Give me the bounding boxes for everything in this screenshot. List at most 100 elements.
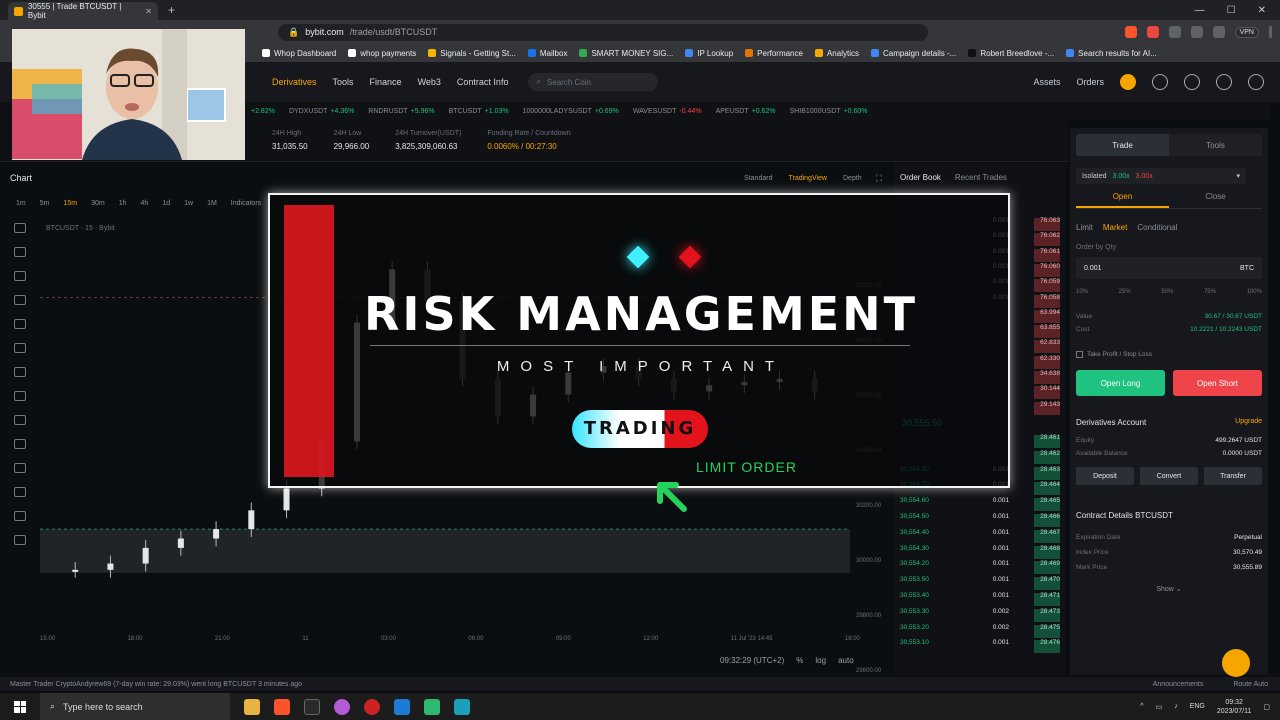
ticker-item[interactable]: DYDXUSDT +4.36%	[289, 108, 354, 115]
qty-input[interactable]: 0.001 BTC	[1076, 257, 1262, 279]
pct-mark[interactable]: 50%	[1161, 289, 1173, 295]
bookmark-item[interactable]: whop payments	[348, 49, 416, 58]
volume-icon[interactable]: ♪	[1174, 703, 1178, 710]
app-icon-purple[interactable]	[334, 698, 350, 715]
order-type-limit[interactable]: Limit	[1076, 223, 1093, 232]
trendline-icon[interactable]	[14, 247, 26, 257]
language-indicator[interactable]: ENG	[1190, 703, 1205, 710]
margin-mode-select[interactable]: Isolated 3.00x 3.00x ▾	[1076, 168, 1246, 184]
ticker-item[interactable]: SHIB1000USDT +0.60%	[790, 108, 868, 115]
orders-menu[interactable]: Orders	[1076, 77, 1104, 87]
log-toggle[interactable]: log	[815, 656, 826, 665]
extensions-icon[interactable]	[1168, 26, 1181, 38]
pct-mark[interactable]: 25%	[1119, 289, 1131, 295]
order-type-conditional[interactable]: Conditional	[1137, 223, 1177, 232]
bid-row[interactable]: 30,554.50 0.001 28.466	[900, 513, 1060, 528]
transfer-button[interactable]: Transfer	[1204, 467, 1262, 485]
text-icon[interactable]	[14, 319, 26, 329]
maximize-icon[interactable]: ☐	[1227, 5, 1236, 16]
theme-moon-icon[interactable]	[1248, 74, 1264, 90]
bookmark-item[interactable]: Search results for AI...	[1066, 49, 1157, 58]
bookmark-item[interactable]: Campaign details -...	[870, 49, 956, 58]
close-tab-icon[interactable]: ✕	[145, 7, 152, 16]
tab-tools[interactable]: Tools	[1169, 134, 1262, 156]
zoom-icon[interactable]	[14, 439, 26, 449]
pct-mark[interactable]: 100%	[1247, 289, 1262, 295]
tab-recent-trades[interactable]: Recent Trades	[955, 173, 1007, 182]
tab-open[interactable]: Open	[1076, 192, 1169, 208]
browser-tab[interactable]: 30555 | Trade BTCUSDT | Bybit ✕	[8, 2, 158, 20]
nav-item[interactable]: Tools	[333, 77, 354, 87]
new-tab-icon[interactable]: +	[168, 3, 175, 17]
deposit-button[interactable]: Deposit	[1076, 467, 1134, 485]
bookmark-item[interactable]: Mailbox	[527, 49, 567, 58]
tab-close[interactable]: Close	[1169, 192, 1262, 208]
open-short-button[interactable]: Open Short	[1173, 370, 1262, 396]
timeframe-button[interactable]: 1m	[16, 200, 26, 207]
network-icon[interactable]: ▭	[1156, 703, 1163, 711]
tab-order-book[interactable]: Order Book	[900, 173, 941, 182]
ticker-item[interactable]: APEUSDT +0.62%	[716, 108, 776, 115]
nav-item[interactable]: Derivatives	[272, 77, 317, 87]
chart-view-tab[interactable]: TradingView	[788, 175, 827, 182]
bid-row[interactable]: 30,553.50 0.001 28.470	[900, 576, 1060, 591]
app-icon-red[interactable]	[364, 698, 380, 715]
app-icon-teal[interactable]	[454, 698, 470, 715]
ruler-icon[interactable]	[14, 415, 26, 425]
auto-toggle[interactable]: auto	[838, 656, 854, 665]
notifications-icon[interactable]: ▢	[1263, 703, 1270, 711]
minimize-icon[interactable]: —	[1195, 5, 1205, 16]
upgrade-link[interactable]: Upgrade	[1235, 418, 1262, 427]
nav-item[interactable]: Finance	[370, 77, 402, 87]
brave-rewards-icon[interactable]	[1146, 26, 1159, 38]
bid-row[interactable]: 30,553.30 0.002 28.473	[900, 608, 1060, 623]
bookmark-item[interactable]: Performance	[745, 49, 803, 58]
bid-row[interactable]: 30,554.40 0.001 28.467	[900, 529, 1060, 544]
brave-shield-icon[interactable]	[1124, 26, 1137, 38]
sidebar-icon[interactable]	[1190, 26, 1203, 38]
tray-chevron-icon[interactable]: ^	[1140, 703, 1143, 710]
bookmark-item[interactable]: Whop Dashboard	[262, 49, 336, 58]
ticker-item[interactable]: RNDRUSDT +5.96%	[368, 108, 434, 115]
bookmark-item[interactable]: Analytics	[814, 49, 859, 58]
ticker-item[interactable]: WAVESUSDT -0.44%	[633, 108, 702, 115]
bid-row[interactable]: 30,553.40 0.001 28.471	[900, 592, 1060, 607]
open-long-button[interactable]: Open Long	[1076, 370, 1165, 396]
tradingview-icon[interactable]	[304, 698, 320, 715]
bid-row[interactable]: 30,554.30 0.001 28.468	[900, 545, 1060, 560]
url-field[interactable]: 🔒 bybit.com/trade/usdt/BTCUSDT	[278, 23, 928, 41]
heart-icon[interactable]	[14, 391, 26, 401]
bid-row[interactable]: 30,553.10 0.001 28.476	[900, 639, 1060, 654]
show-more-link[interactable]: Show ⌄	[1070, 585, 1268, 593]
magnet-icon[interactable]	[14, 463, 26, 473]
brave-browser-icon[interactable]	[274, 698, 290, 715]
support-chat-icon[interactable]	[1222, 649, 1250, 677]
qty-slider[interactable]: 10% 25% 50% 75% 100%	[1076, 289, 1262, 295]
tab-trade[interactable]: Trade	[1076, 134, 1169, 156]
tpsl-toggle[interactable]: Take Profit / Stop Loss	[1076, 351, 1262, 358]
download-icon[interactable]	[1184, 74, 1200, 90]
profile-icon[interactable]	[1212, 26, 1225, 38]
checkbox[interactable]	[1076, 351, 1083, 358]
vpn-button[interactable]: VPN	[1234, 26, 1259, 38]
coin-search[interactable]: ⌕ Search Coin	[528, 73, 659, 91]
order-type-market[interactable]: Market	[1103, 223, 1127, 232]
file-explorer-icon[interactable]	[244, 698, 260, 715]
brush-icon[interactable]	[14, 295, 26, 305]
bookmark-item[interactable]: Signals - Getting St...	[428, 49, 516, 58]
convert-button[interactable]: Convert	[1140, 467, 1198, 485]
bid-row[interactable]: 30,554.60 0.001 28.465	[900, 497, 1060, 512]
menu-icon[interactable]	[1269, 26, 1272, 38]
start-button[interactable]	[0, 700, 40, 713]
clock[interactable]: 09:32 2023/07/11	[1217, 698, 1252, 716]
avatar[interactable]	[1120, 74, 1136, 90]
announcements-link[interactable]: Announcements	[1153, 681, 1204, 688]
crosshair-icon[interactable]	[14, 223, 26, 233]
lock-drawing-icon[interactable]	[14, 487, 26, 497]
nav-item[interactable]: Web3	[418, 77, 441, 87]
pattern-icon[interactable]	[14, 343, 26, 353]
bid-row[interactable]: 30,554.20 0.001 28.469	[900, 560, 1060, 575]
ticker-item[interactable]: BTCUSDT +1.03%	[449, 108, 509, 115]
prediction-icon[interactable]	[14, 367, 26, 377]
pct-mark[interactable]: 75%	[1204, 289, 1216, 295]
